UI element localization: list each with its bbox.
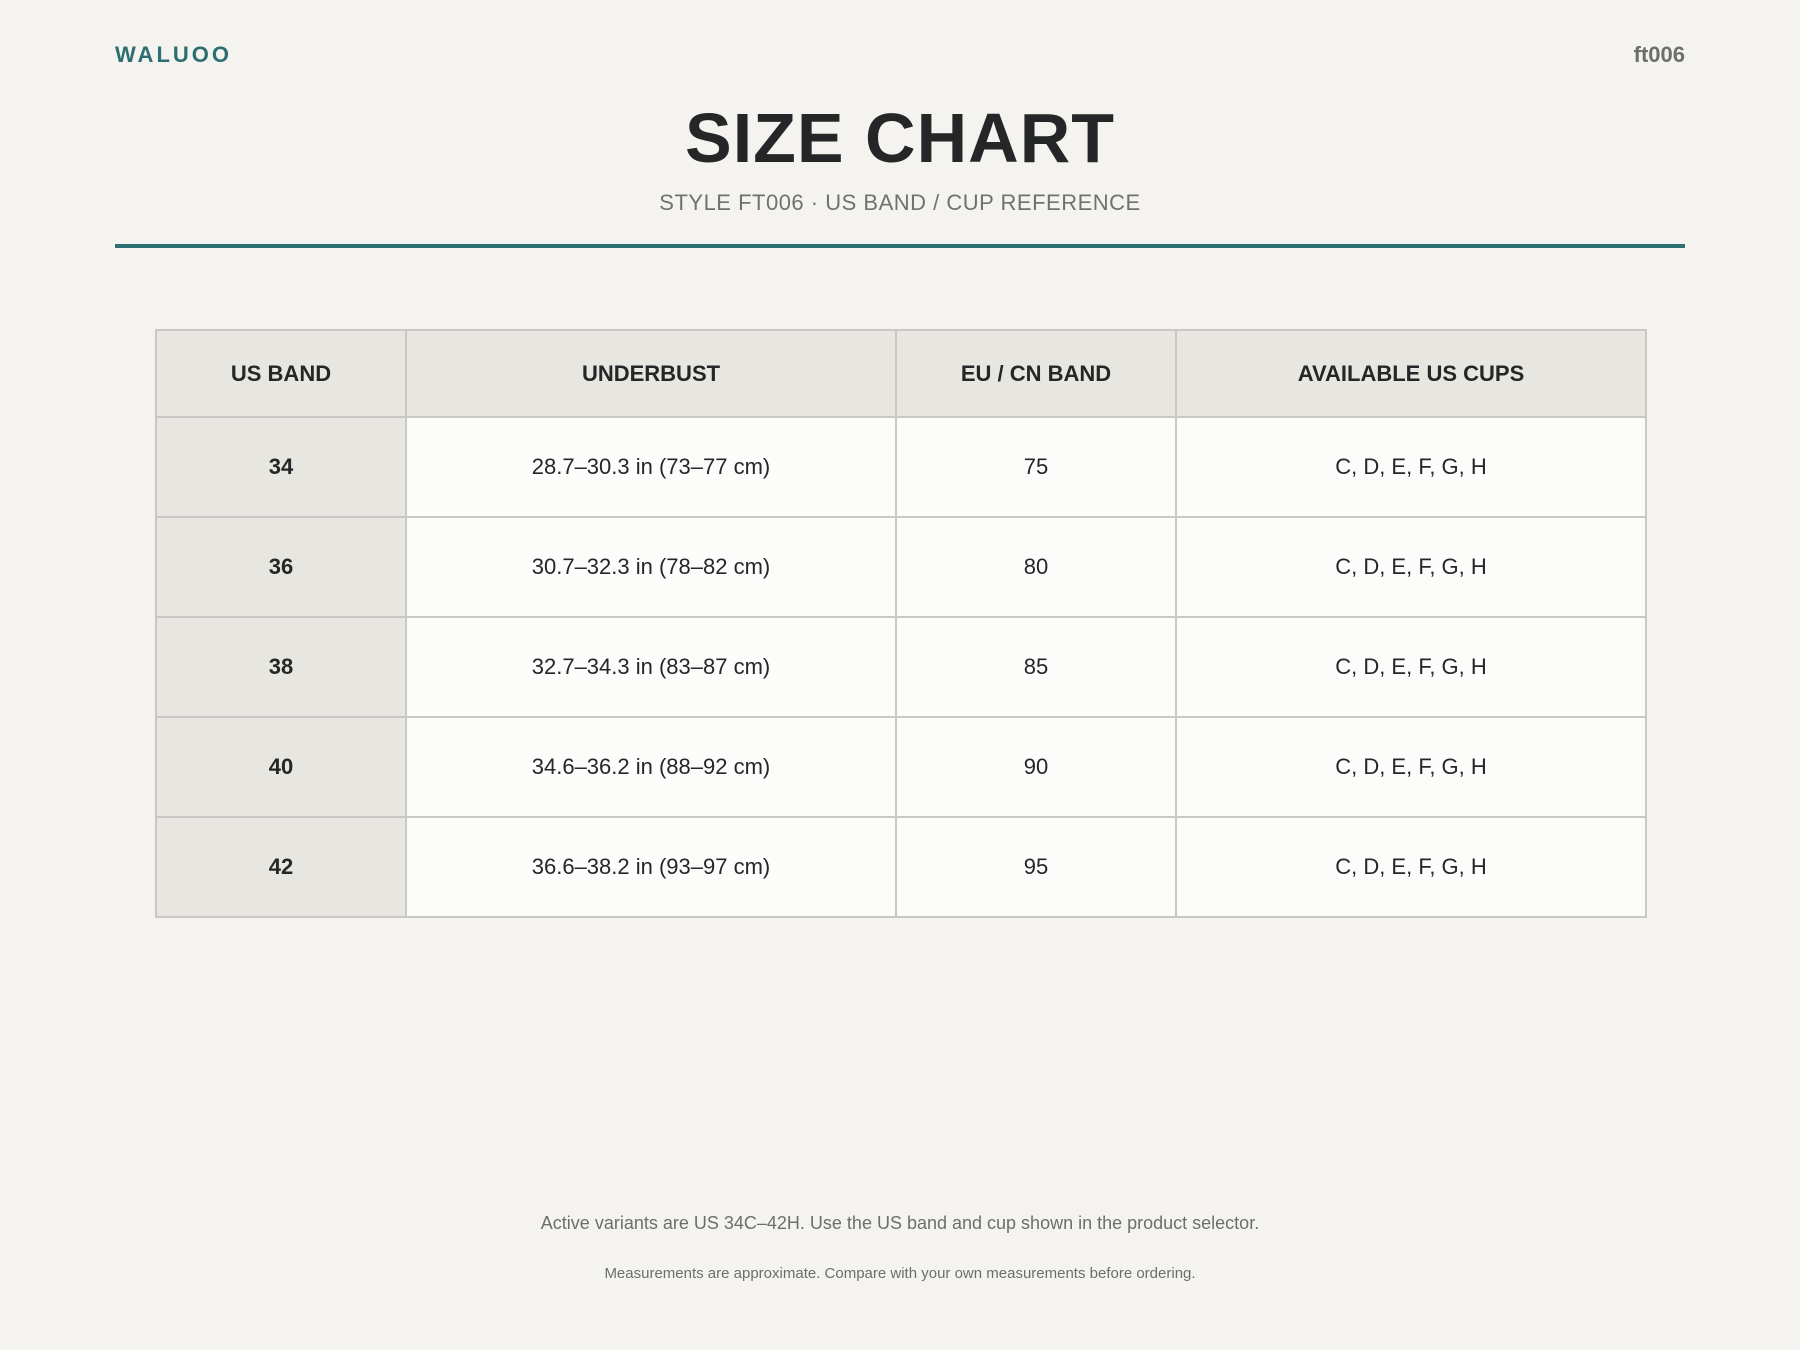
cell-eu-cn-band: 90	[895, 716, 1177, 818]
cell-us-band: 40	[155, 716, 407, 818]
table-row: 36 30.7–32.3 in (78–82 cm) 80 C, D, E, F…	[155, 516, 1647, 618]
style-code: ft006	[1633, 42, 1685, 67]
header-divider	[115, 244, 1685, 248]
cell-available-cups: C, D, E, F, G, H	[1175, 516, 1647, 618]
column-header-underbust: UNDERBUST	[405, 329, 897, 418]
cell-us-band: 36	[155, 516, 407, 618]
cell-available-cups: C, D, E, F, G, H	[1175, 816, 1647, 918]
cell-underbust: 30.7–32.3 in (78–82 cm)	[405, 516, 897, 618]
cell-us-band: 42	[155, 816, 407, 918]
page-title: SIZE CHART	[685, 99, 1115, 177]
table-row: 40 34.6–36.2 in (88–92 cm) 90 C, D, E, F…	[155, 716, 1647, 818]
cell-available-cups: C, D, E, F, G, H	[1175, 716, 1647, 818]
column-header-eu-cn-band: EU / CN BAND	[895, 329, 1177, 418]
column-header-available-cups: AVAILABLE US CUPS	[1175, 329, 1647, 418]
cell-us-band: 38	[155, 616, 407, 718]
cell-underbust: 28.7–30.3 in (73–77 cm)	[405, 416, 897, 518]
column-header-us-band: US BAND	[155, 329, 407, 418]
cell-eu-cn-band: 75	[895, 416, 1177, 518]
size-table: US BAND UNDERBUST EU / CN BAND AVAILABLE…	[155, 329, 1647, 918]
footer-note-measurements: Measurements are approximate. Compare wi…	[604, 1265, 1196, 1282]
cell-eu-cn-band: 80	[895, 516, 1177, 618]
table-row: 38 32.7–34.3 in (83–87 cm) 85 C, D, E, F…	[155, 616, 1647, 718]
footer-note-variants: Active variants are US 34C–42H. Use the …	[540, 1213, 1260, 1233]
cell-underbust: 36.6–38.2 in (93–97 cm)	[405, 816, 897, 918]
cell-eu-cn-band: 95	[895, 816, 1177, 918]
cell-eu-cn-band: 85	[895, 616, 1177, 718]
table-row: 42 36.6–38.2 in (93–97 cm) 95 C, D, E, F…	[155, 816, 1647, 918]
brand-logo-text: WALUOO	[115, 42, 232, 67]
cell-underbust: 34.6–36.2 in (88–92 cm)	[405, 716, 897, 818]
cell-underbust: 32.7–34.3 in (83–87 cm)	[405, 616, 897, 718]
cell-us-band: 34	[155, 416, 407, 518]
table-header-row: US BAND UNDERBUST EU / CN BAND AVAILABLE…	[155, 329, 1647, 418]
page-subtitle: STYLE FT006 · US BAND / CUP REFERENCE	[659, 190, 1141, 215]
cell-available-cups: C, D, E, F, G, H	[1175, 416, 1647, 518]
cell-available-cups: C, D, E, F, G, H	[1175, 616, 1647, 718]
table-row: 34 28.7–30.3 in (73–77 cm) 75 C, D, E, F…	[155, 416, 1647, 518]
